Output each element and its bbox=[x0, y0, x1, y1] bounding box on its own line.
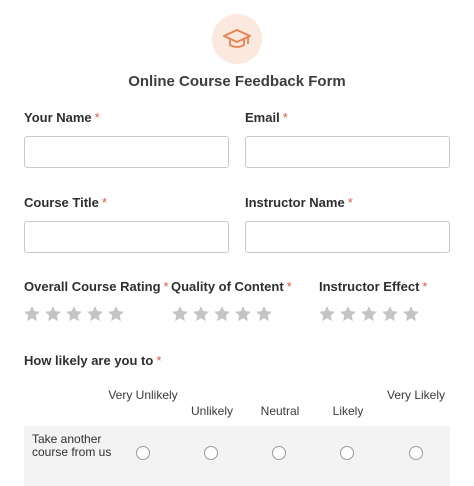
required-mark: * bbox=[163, 279, 169, 294]
email-label: Email * bbox=[245, 110, 288, 125]
star-icon[interactable] bbox=[360, 305, 378, 323]
column-very-likely: Very Likely bbox=[386, 388, 446, 402]
required-mark: * bbox=[347, 195, 353, 210]
email-field[interactable] bbox=[245, 136, 450, 168]
column-unlikely: Unlikely bbox=[190, 404, 233, 418]
required-mark: * bbox=[156, 353, 162, 368]
radio-neutral[interactable] bbox=[272, 446, 286, 460]
likert-question-text: How likely are you to bbox=[24, 353, 154, 368]
required-mark: * bbox=[286, 279, 292, 294]
star-icon[interactable] bbox=[339, 305, 357, 323]
column-very-unlikely: Very Unlikely bbox=[108, 388, 178, 402]
instructor-effect-stars bbox=[318, 305, 420, 323]
form-title: Online Course Feedback Form bbox=[128, 73, 346, 90]
radio-very-unlikely[interactable] bbox=[136, 446, 150, 460]
required-mark: * bbox=[282, 110, 288, 125]
column-likely: Likely bbox=[332, 404, 364, 418]
overall-rating-label: Overall Course Rating * bbox=[24, 279, 169, 294]
required-mark: * bbox=[422, 279, 428, 294]
column-neutral: Neutral bbox=[260, 404, 300, 418]
radio-very-likely[interactable] bbox=[409, 446, 423, 460]
logo-badge bbox=[212, 14, 262, 64]
instructor-effect-label: Instructor Effect * bbox=[319, 279, 427, 294]
course-title-label: Course Title * bbox=[24, 195, 107, 210]
radio-unlikely[interactable] bbox=[204, 446, 218, 460]
star-icon[interactable] bbox=[44, 305, 62, 323]
star-icon[interactable] bbox=[192, 305, 210, 323]
star-icon[interactable] bbox=[171, 305, 189, 323]
star-icon[interactable] bbox=[213, 305, 231, 323]
course-title-field[interactable] bbox=[24, 221, 229, 253]
email-label-text: Email bbox=[245, 110, 280, 125]
instructor-name-label-text: Instructor Name bbox=[245, 195, 345, 210]
overall-rating-stars bbox=[23, 305, 125, 323]
star-icon[interactable] bbox=[23, 305, 41, 323]
content-quality-stars bbox=[171, 305, 273, 323]
star-icon[interactable] bbox=[318, 305, 336, 323]
content-quality-label: Quality of Content * bbox=[171, 279, 292, 294]
name-field[interactable] bbox=[24, 136, 229, 168]
star-icon[interactable] bbox=[86, 305, 104, 323]
likert-question: How likely are you to * bbox=[24, 353, 161, 368]
star-icon[interactable] bbox=[255, 305, 273, 323]
radio-likely[interactable] bbox=[340, 446, 354, 460]
required-mark: * bbox=[94, 110, 100, 125]
star-icon[interactable] bbox=[234, 305, 252, 323]
content-quality-label-text: Quality of Content bbox=[171, 279, 284, 294]
instructor-effect-label-text: Instructor Effect bbox=[319, 279, 420, 294]
instructor-name-label: Instructor Name * bbox=[245, 195, 353, 210]
graduation-cap-icon bbox=[223, 29, 251, 48]
star-icon[interactable] bbox=[381, 305, 399, 323]
star-icon[interactable] bbox=[107, 305, 125, 323]
name-label-text: Your Name bbox=[24, 110, 92, 125]
overall-rating-label-text: Overall Course Rating bbox=[24, 279, 161, 294]
instructor-name-field[interactable] bbox=[245, 221, 450, 253]
star-icon[interactable] bbox=[402, 305, 420, 323]
star-icon[interactable] bbox=[65, 305, 83, 323]
row-label: Take another course from us bbox=[32, 432, 112, 459]
required-mark: * bbox=[101, 195, 107, 210]
name-label: Your Name * bbox=[24, 110, 100, 125]
course-title-label-text: Course Title bbox=[24, 195, 99, 210]
